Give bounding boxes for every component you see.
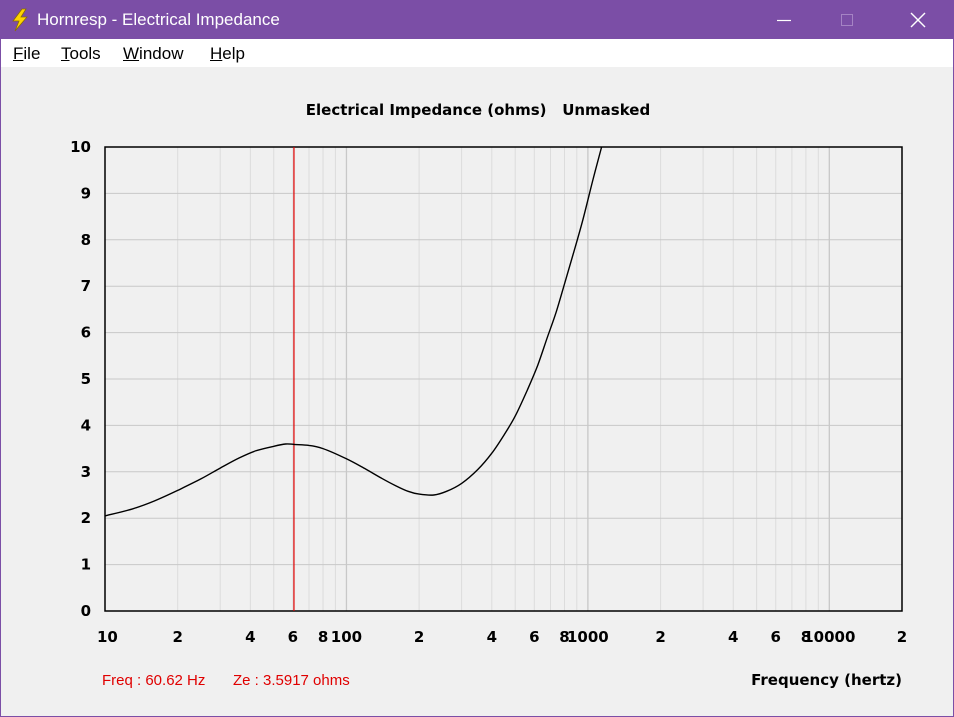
x-tick-label: 10000 <box>803 628 855 646</box>
chart-area: Electrical Impedance (ohms) Unmasked 0 1 2… <box>1 67 953 716</box>
x-tick-label: 6 <box>288 628 298 646</box>
y-tick-label: 1 <box>81 556 91 574</box>
lightning-bolt-icon <box>12 8 28 32</box>
minimize-icon <box>777 19 791 22</box>
maximize-icon <box>841 14 853 26</box>
menu-file[interactable]: File <box>13 44 40 64</box>
y-tick-label: 9 <box>81 184 91 202</box>
y-tick-label: 4 <box>81 416 91 434</box>
window-title: Hornresp - Electrical Impedance <box>37 10 280 29</box>
x-tick-label: 8 <box>318 628 328 646</box>
x-tick-label: 10 <box>97 628 118 646</box>
x-tick-label: 2 <box>414 628 424 646</box>
y-tick-labels: 0 1 2 3 4 5 6 7 8 9 10 <box>70 138 91 620</box>
y-tick-label: 0 <box>81 602 91 620</box>
x-tick-label: 4 <box>728 628 738 646</box>
maximize-button[interactable] <box>824 1 870 39</box>
x-tick-labels: 10 2 4 6 8 100 2 4 6 81000 2 4 6 810000 2 <box>97 628 907 646</box>
chart-title: Electrical Impedance (ohms) Unmasked <box>306 101 650 119</box>
impedance-curve <box>104 146 603 517</box>
minimize-button[interactable] <box>761 1 807 39</box>
freq-readout: Freq : 60.62 Hz <box>102 672 205 689</box>
x-tick-label: 6 <box>771 628 781 646</box>
app-window: Hornresp - Electrical Impedance File Too… <box>0 0 954 717</box>
menu-help[interactable]: Help <box>210 44 245 64</box>
x-tick-label: 2 <box>897 628 907 646</box>
x-tick-label: 100 <box>331 628 362 646</box>
y-tick-label: 8 <box>81 231 91 249</box>
close-icon <box>910 12 926 28</box>
title-bar[interactable]: Hornresp - Electrical Impedance <box>1 1 953 39</box>
close-button[interactable] <box>895 1 941 39</box>
y-tick-label: 6 <box>81 324 91 342</box>
menu-bar: File Tools Window Help <box>1 39 953 67</box>
x-tick-label: 1000 <box>567 628 609 646</box>
y-tick-label: 3 <box>81 463 91 481</box>
impedance-chart[interactable]: Electrical Impedance (ohms) Unmasked 0 1 2… <box>1 67 953 716</box>
x-tick-label: 2 <box>655 628 665 646</box>
menu-tools[interactable]: Tools <box>61 44 101 64</box>
menu-window[interactable]: Window <box>123 44 183 64</box>
y-tick-label: 2 <box>81 509 91 527</box>
y-tick-label: 5 <box>81 370 91 388</box>
x-tick-label: 4 <box>245 628 255 646</box>
ze-readout: Ze : 3.5917 ohms <box>233 672 350 689</box>
grid-lines <box>105 147 902 611</box>
x-tick-label: 2 <box>172 628 182 646</box>
y-tick-label: 10 <box>70 138 91 156</box>
x-tick-label: 6 <box>529 628 539 646</box>
y-tick-label: 7 <box>81 277 91 295</box>
x-axis-label: Frequency (hertz) <box>751 671 902 689</box>
x-tick-label: 4 <box>487 628 497 646</box>
